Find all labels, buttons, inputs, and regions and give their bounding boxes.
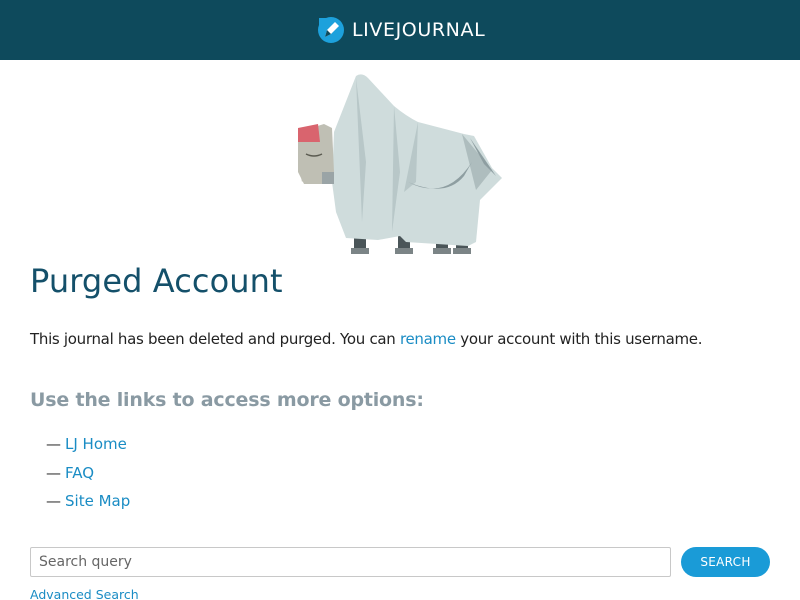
page-title: Purged Account (30, 262, 283, 300)
dash-bullet: — (46, 492, 61, 511)
options-subtitle: Use the links to access more options: (30, 389, 424, 411)
livejournal-pencil-icon (316, 15, 346, 45)
dash-bullet: — (46, 463, 61, 482)
description-text-after: your account with this username. (455, 330, 703, 348)
list-item: — Site Map (46, 487, 130, 516)
rename-link[interactable]: rename (400, 330, 456, 348)
list-item: — LJ Home (46, 430, 130, 459)
options-links-list: — LJ Home — FAQ — Site Map (46, 430, 130, 516)
ghost-yak-illustration (296, 72, 506, 258)
livejournal-logo[interactable]: LIVEJOURNAL (316, 14, 485, 46)
site-map-link[interactable]: Site Map (65, 492, 130, 510)
lj-home-link[interactable]: LJ Home (65, 435, 127, 453)
faq-link[interactable]: FAQ (65, 464, 94, 482)
dash-bullet: — (46, 435, 61, 454)
search-input[interactable] (30, 547, 671, 577)
advanced-search-link[interactable]: Advanced Search (30, 587, 139, 600)
purged-description: This journal has been deleted and purged… (30, 330, 702, 348)
search-button[interactable]: SEARCH (681, 547, 770, 577)
logo-text: LIVEJOURNAL (352, 19, 486, 41)
description-text-before: This journal has been deleted and purged… (30, 330, 400, 348)
list-item: — FAQ (46, 459, 130, 488)
top-bar: LIVEJOURNAL (0, 0, 800, 60)
